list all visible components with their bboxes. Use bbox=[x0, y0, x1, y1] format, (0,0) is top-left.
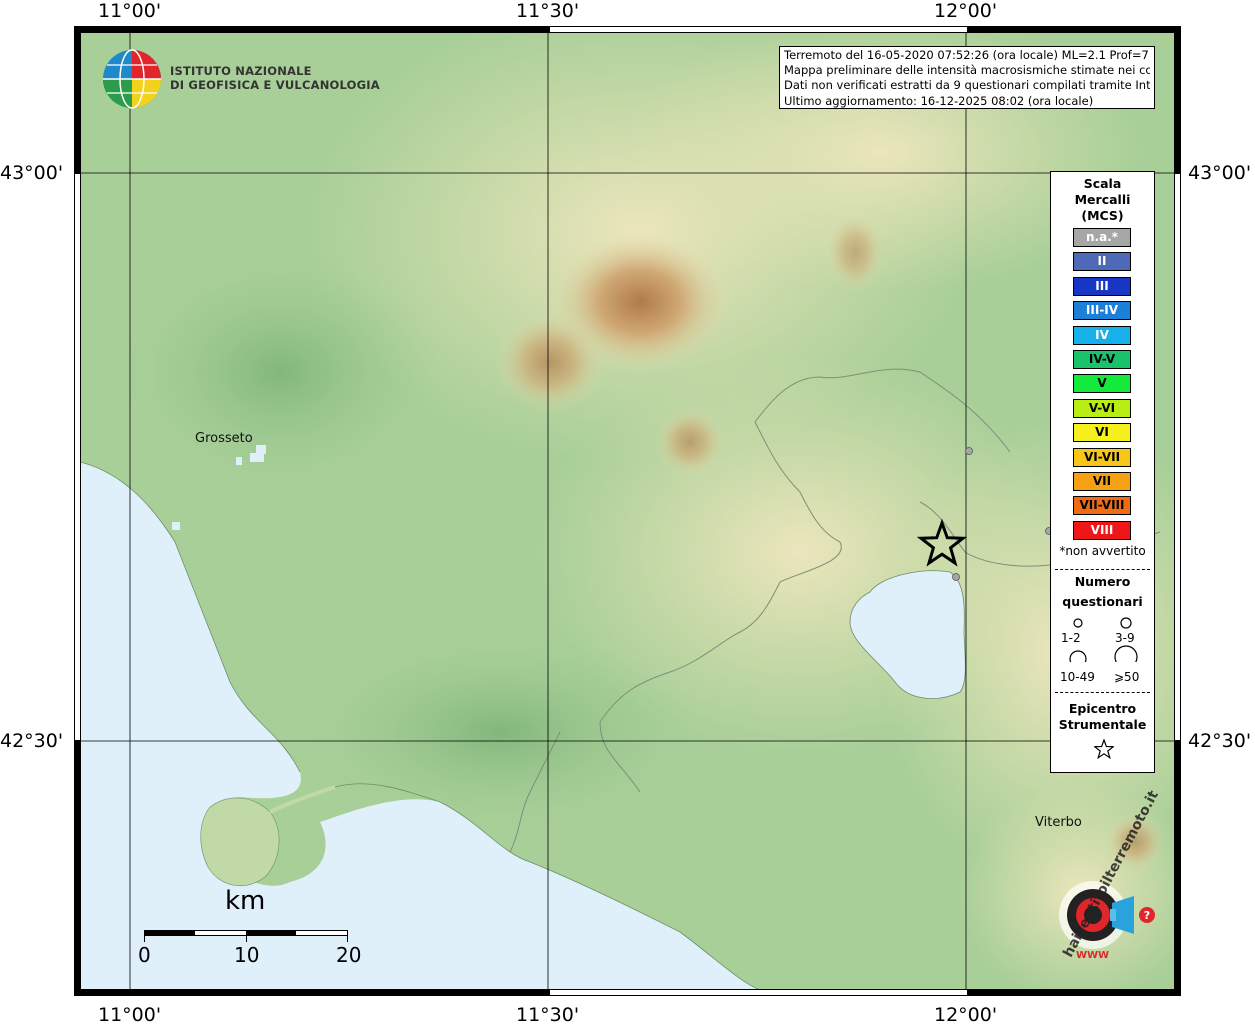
scale-tick-label: 10 bbox=[234, 943, 260, 967]
peak-labbro bbox=[495, 312, 605, 412]
frame-top-segment bbox=[74, 26, 549, 33]
legend-class-iii: III bbox=[1073, 276, 1131, 296]
frame-top-segment bbox=[968, 26, 1181, 33]
epicenter-title: Epicentro bbox=[1068, 701, 1137, 716]
frame-left-segment bbox=[74, 173, 81, 741]
scale-tick-label: 20 bbox=[336, 943, 362, 967]
svg-text:?: ? bbox=[1144, 909, 1150, 922]
frame-right-segment bbox=[1174, 173, 1181, 741]
size-label: ⩾50 bbox=[1114, 670, 1140, 684]
info-line: Mappa preliminare delle intensità macros… bbox=[784, 63, 1150, 78]
top-lon-label: 11°30' bbox=[516, 0, 580, 22]
frame-bottom-segment bbox=[549, 989, 968, 996]
intensity-point-na bbox=[965, 447, 973, 455]
peak-cetona bbox=[825, 212, 885, 292]
scale-unit: km bbox=[225, 886, 266, 916]
institute-line2: DI GEOFISICA E VULCANOLOGIA bbox=[170, 78, 380, 92]
legend-class-vii-viii: VII-VIII bbox=[1073, 496, 1131, 516]
legend-class-v-vi: V-VI bbox=[1073, 398, 1131, 418]
legend-divider bbox=[1055, 692, 1150, 693]
info-line: Ultimo aggiornamento: 16-12-2025 08:02 (… bbox=[784, 93, 1094, 108]
legend-class-viii: VIII bbox=[1073, 520, 1131, 540]
frame-bottom-segment bbox=[968, 989, 1181, 996]
terrain-map bbox=[80, 32, 1174, 990]
legend-class-iv: IV bbox=[1073, 325, 1131, 345]
place-label-grosseto: Grosseto bbox=[195, 431, 253, 446]
intensity-point-na bbox=[952, 573, 960, 581]
legend-divider bbox=[1055, 569, 1150, 570]
lowland-maremma bbox=[300, 632, 700, 832]
legend-class-vii: VII bbox=[1073, 472, 1131, 491]
frame-right-segment bbox=[1174, 741, 1181, 996]
info-line: Dati non verificati estratti da 9 questi… bbox=[784, 78, 1150, 93]
legend-title: (MCS) bbox=[1081, 208, 1124, 223]
legend-class-vi-vii: VI-VII bbox=[1073, 447, 1131, 467]
info-line: Terremoto del 16-05-2020 07:52:26 (ora l… bbox=[784, 48, 1150, 62]
grosseto-urban bbox=[256, 445, 266, 454]
size-label: 3-9 bbox=[1115, 631, 1135, 645]
frame-left-segment bbox=[74, 741, 81, 996]
map-canvas[interactable] bbox=[80, 32, 1174, 990]
institute-line1: ISTITUTO NAZIONALE bbox=[170, 64, 312, 78]
questionnaires-title: questionari bbox=[1062, 594, 1143, 609]
legend-class-vi: VI bbox=[1073, 423, 1131, 443]
size-circle-icon bbox=[1069, 650, 1087, 662]
frame-top-segment bbox=[549, 26, 968, 33]
legend-class-n-a-: n.a.* bbox=[1073, 228, 1131, 247]
top-lon-label: 11°00' bbox=[98, 0, 162, 22]
peak-minor bbox=[655, 407, 725, 477]
place-label-viterbo: Viterbo bbox=[1035, 815, 1082, 830]
lowland-grosseto bbox=[120, 252, 440, 492]
right-lat-label: 42°30' bbox=[1188, 730, 1252, 752]
hsit-badge: WWW bbox=[1076, 950, 1110, 961]
legend-class-v: V bbox=[1073, 374, 1131, 394]
ingv-globe-logo bbox=[101, 48, 163, 110]
bottom-lon-label: 12°00' bbox=[934, 1004, 998, 1026]
size-circle-icon bbox=[1114, 645, 1138, 662]
questionnaires-title: Numero bbox=[1074, 574, 1131, 589]
frame-right-segment bbox=[1174, 26, 1181, 173]
frame-bottom-segment bbox=[74, 989, 549, 996]
legend-title: Scala bbox=[1083, 176, 1122, 191]
bottom-lon-label: 11°30' bbox=[516, 1004, 580, 1026]
top-lon-label: 12°00' bbox=[934, 0, 998, 22]
event-info-box: Terremoto del 16-05-2020 07:52:26 (ora l… bbox=[779, 46, 1155, 109]
legend-title: Mercalli bbox=[1074, 192, 1131, 207]
legend-class-iii-iv: III-IV bbox=[1073, 301, 1131, 321]
left-lat-label: 43°00' bbox=[0, 162, 64, 184]
size-circle-icon bbox=[1073, 618, 1083, 628]
legend-star-icon bbox=[1094, 739, 1114, 759]
size-label: 10-49 bbox=[1060, 670, 1095, 684]
frame-left-segment bbox=[74, 26, 81, 173]
legend-class-ii: II bbox=[1073, 252, 1131, 272]
not-felt-note: *non avvertito bbox=[1059, 544, 1146, 558]
institute-name: ISTITUTO NAZIONALE DI GEOFISICA E VULCAN… bbox=[170, 64, 380, 92]
left-lat-label: 42°30' bbox=[0, 730, 64, 752]
scale-tick-label: 0 bbox=[138, 943, 151, 967]
mcs-legend: Scala Mercalli (MCS) n.a.* II III III-IV IV I… bbox=[1050, 171, 1155, 773]
monte-argentario bbox=[200, 797, 280, 886]
size-circle-icon bbox=[1120, 617, 1132, 629]
right-lat-label: 43°00' bbox=[1188, 162, 1252, 184]
epicenter-title: Strumentale bbox=[1058, 717, 1147, 732]
legend-class-iv-v: IV-V bbox=[1073, 350, 1131, 369]
size-label: 1-2 bbox=[1061, 631, 1081, 645]
bottom-lon-label: 11°00' bbox=[98, 1004, 162, 1026]
